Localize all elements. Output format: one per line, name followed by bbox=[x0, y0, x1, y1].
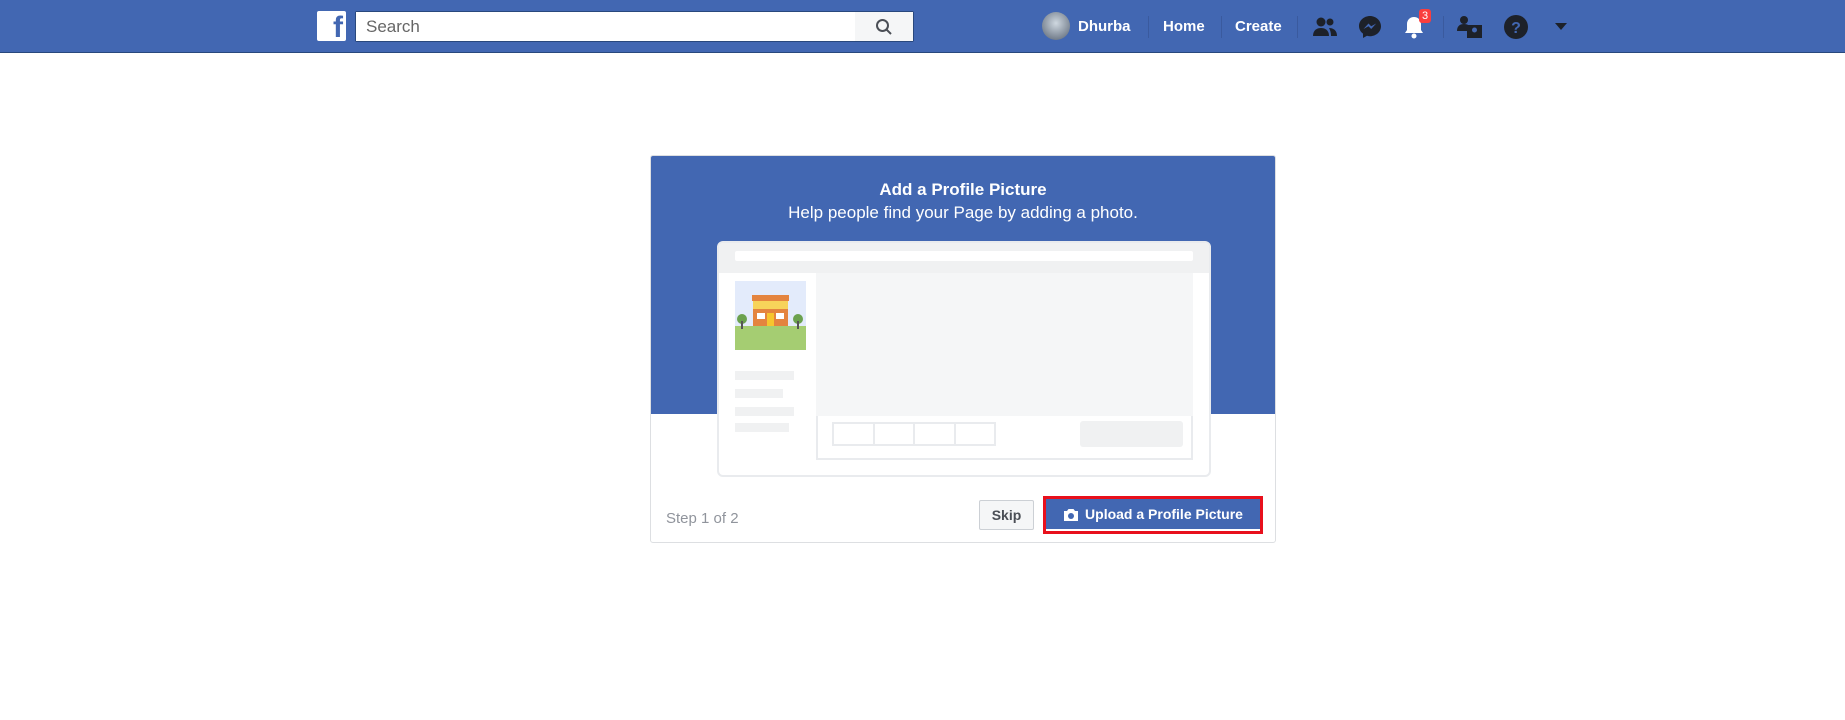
top-nav-bar: f Dhurba Home Create 3 ? bbox=[0, 0, 1845, 53]
home-link[interactable]: Home bbox=[1163, 18, 1205, 35]
divider bbox=[1297, 16, 1298, 38]
upload-button-highlight: Upload a Profile Picture bbox=[1043, 496, 1263, 534]
svg-text:?: ? bbox=[1511, 20, 1521, 37]
search-input[interactable] bbox=[356, 12, 851, 41]
camera-icon bbox=[1064, 508, 1079, 521]
search-icon bbox=[876, 18, 892, 35]
storefront-illustration bbox=[735, 281, 806, 350]
divider bbox=[1443, 16, 1444, 38]
upload-profile-picture-button[interactable]: Upload a Profile Picture bbox=[1046, 499, 1260, 531]
page-preview-illustration bbox=[717, 241, 1211, 477]
friends-icon[interactable] bbox=[1311, 13, 1339, 41]
add-profile-picture-dialog: Add a Profile Picture Help people find y… bbox=[650, 155, 1276, 543]
page-admin-icon[interactable] bbox=[1456, 13, 1484, 41]
caret-down-icon[interactable] bbox=[1547, 13, 1575, 41]
search-box bbox=[355, 11, 914, 42]
help-icon[interactable]: ? bbox=[1502, 13, 1530, 41]
dialog-title: Add a Profile Picture bbox=[879, 180, 1047, 199]
step-indicator: Step 1 of 2 bbox=[666, 510, 739, 527]
avatar[interactable] bbox=[1042, 12, 1070, 40]
profile-link[interactable]: Dhurba bbox=[1078, 18, 1131, 35]
divider bbox=[1221, 16, 1222, 38]
dialog-subtitle: Help people find your Page by adding a p… bbox=[788, 203, 1138, 222]
upload-button-label: Upload a Profile Picture bbox=[1085, 506, 1243, 522]
skip-button[interactable]: Skip bbox=[979, 500, 1034, 530]
divider bbox=[1148, 16, 1149, 38]
create-link[interactable]: Create bbox=[1235, 18, 1282, 35]
messenger-icon[interactable] bbox=[1356, 13, 1384, 41]
notification-badge: 3 bbox=[1419, 9, 1432, 23]
search-button[interactable] bbox=[855, 12, 913, 41]
facebook-logo[interactable]: f bbox=[317, 11, 346, 41]
